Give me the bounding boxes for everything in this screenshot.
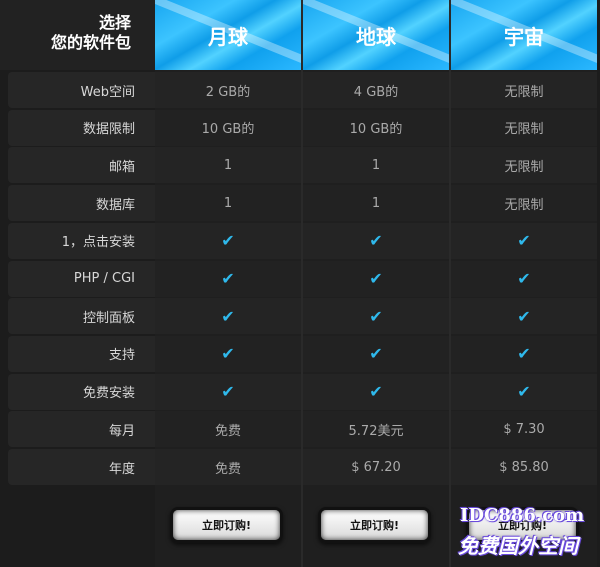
checkmark-icon: ✔ [451, 222, 597, 259]
checkmark-icon: ✔ [451, 335, 597, 372]
table-cell: 无限制 [451, 109, 597, 146]
checkmark-icon: ✔ [155, 335, 301, 372]
checkmark-icon-glyph: ✔ [517, 382, 531, 402]
checkmark-icon-glyph: ✔ [369, 306, 383, 326]
row-label: 1，点击安装 [8, 222, 155, 259]
checkmark-icon: ✔ [451, 373, 597, 410]
checkmark-icon: ✔ [303, 298, 449, 335]
table-row: Web空间 2 GB的 4 GB的 无限制 [8, 72, 600, 108]
table-row: PHP / CGI ✔ ✔ ✔ [8, 260, 600, 297]
table-cell: 1 [303, 147, 449, 184]
table-row: 每月 免费 5.72美元 $ 7.30 [8, 411, 600, 448]
watermark-tagline: 免费国外空间 [458, 534, 578, 558]
table-row: 数据库 1 1 无限制 [8, 185, 600, 222]
checkmark-icon: ✔ [303, 335, 449, 372]
table-cell: 1 [155, 147, 301, 184]
plan-header-earth: 地球 [303, 0, 449, 70]
table-cell: 免费 [155, 411, 301, 448]
checkmark-icon-glyph: ✔ [517, 269, 531, 288]
table-cell: $ 85.80 [451, 449, 597, 485]
row-label: 支持 [8, 335, 155, 372]
table-cell: 免费 [155, 449, 301, 485]
plan-title: 月球 [208, 24, 248, 49]
table-cell: 4 GB的 [303, 72, 449, 108]
checkmark-icon-glyph: ✔ [221, 344, 235, 364]
checkmark-icon-glyph: ✔ [369, 344, 383, 364]
watermark-domain: IDC886.com [460, 505, 585, 526]
checkmark-icon-glyph: ✔ [221, 231, 235, 251]
table-row: 控制面板 ✔ ✔ ✔ [8, 298, 600, 335]
table-cell: 无限制 [451, 147, 597, 184]
checkmark-icon: ✔ [303, 260, 449, 297]
table-cell: 1 [155, 185, 301, 222]
table-row: 支持 ✔ ✔ ✔ [8, 335, 600, 372]
checkmark-icon-glyph: ✔ [369, 269, 383, 288]
pricing-table: 选择 您的软件包 月球 地球 宇宙 Web空间 2 GB的 4 GB的 无限制 数据限制… [0, 0, 600, 567]
plan-title: 宇宙 [504, 24, 544, 49]
table-cell: 无限制 [451, 185, 597, 222]
row-label: Web空间 [8, 72, 155, 108]
row-label: 免费安装 [8, 373, 155, 410]
plan-header-moon: 月球 [155, 0, 301, 70]
checkmark-icon: ✔ [155, 298, 301, 335]
row-label: 控制面板 [8, 298, 155, 335]
checkmark-icon-glyph: ✔ [221, 306, 235, 326]
table-row: 年度 免费 $ 67.20 $ 85.80 [8, 449, 600, 485]
checkmark-icon: ✔ [303, 222, 449, 259]
checkmark-icon-glyph: ✔ [517, 306, 531, 326]
checkmark-icon-glyph: ✔ [369, 231, 383, 251]
table-row: 邮箱 1 1 无限制 [8, 147, 600, 184]
checkmark-icon: ✔ [155, 222, 301, 259]
table-row: 免费安装 ✔ ✔ ✔ [8, 373, 600, 410]
row-label: 数据限制 [8, 109, 155, 146]
row-label: 年度 [8, 449, 155, 485]
table-cell: 1 [303, 185, 449, 222]
checkmark-icon: ✔ [155, 373, 301, 410]
checkmark-icon: ✔ [451, 260, 597, 297]
checkmark-icon-glyph: ✔ [517, 344, 531, 364]
checkmark-icon-glyph: ✔ [221, 382, 235, 402]
plan-header-universe: 宇宙 [451, 0, 597, 70]
order-now-button-earth[interactable]: 立即订购! [318, 507, 431, 543]
table-cell: 10 GB的 [155, 109, 301, 146]
checkmark-icon: ✔ [303, 373, 449, 410]
checkmark-icon-glyph: ✔ [221, 269, 235, 288]
checkmark-icon-glyph: ✔ [517, 231, 531, 251]
table-row: 1，点击安装 ✔ ✔ ✔ [8, 222, 600, 259]
table-row: 数据限制 10 GB的 10 GB的 无限制 [8, 109, 600, 146]
row-label: 每月 [8, 411, 155, 448]
corner-title-line2: 您的软件包 [50, 33, 131, 52]
row-label: 邮箱 [8, 147, 155, 184]
order-now-button-moon[interactable]: 立即订购! [170, 507, 283, 543]
table-cell: $ 67.20 [303, 449, 449, 485]
table-cell: 无限制 [451, 72, 597, 108]
row-label: 数据库 [8, 185, 155, 222]
checkmark-icon: ✔ [155, 260, 301, 297]
checkmark-icon: ✔ [451, 298, 597, 335]
plan-title: 地球 [356, 24, 396, 49]
table-cell: 10 GB的 [303, 109, 449, 146]
table-cell: 5.72美元 [303, 411, 449, 448]
table-cell: $ 7.30 [451, 411, 597, 448]
corner-header: 选择 您的软件包 [0, 0, 155, 70]
checkmark-icon-glyph: ✔ [369, 382, 383, 402]
row-label: PHP / CGI [8, 260, 155, 297]
table-cell: 2 GB的 [155, 72, 301, 108]
